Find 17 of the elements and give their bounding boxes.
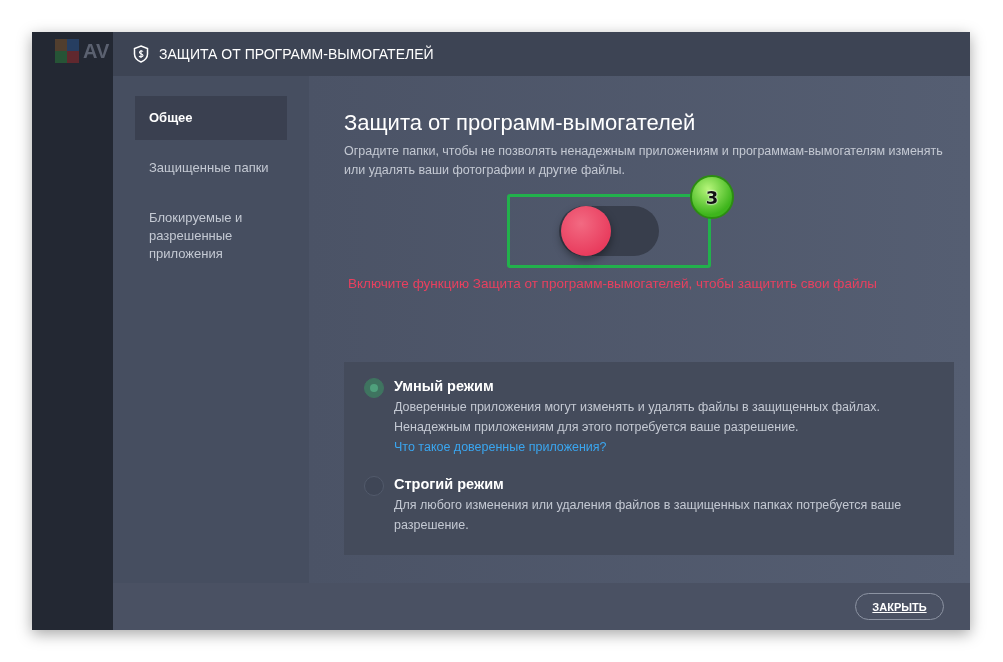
dialog-title: ЗАЩИТА ОТ ПРОГРАММ-ВЫМОГАТЕЛЕЙ [159, 46, 434, 62]
sidebar-item[interactable]: Блокируемые и разрешенные приложения [135, 196, 287, 276]
page-heading: Защита от программ-вымогателей [344, 110, 697, 136]
logo-icon [54, 38, 80, 64]
radio-button[interactable] [364, 378, 384, 398]
warning-text: Включите функцию Защита от программ-вымогателей, чтобы защитить свои файлы [348, 276, 879, 291]
logo-text: AV [83, 39, 110, 63]
toggle-switch[interactable] [559, 206, 659, 256]
mode-description: Доверенные приложения могут изменять и удалять файлы в защищенных файлах. Ненадежным приложениям для этого потребуется ваше разрешение. [394, 399, 881, 436]
shield-icon [133, 45, 149, 63]
sidebar-item[interactable]: Общее [135, 96, 287, 140]
step-number-badge: 3 [690, 175, 734, 219]
mode-description: Для любого изменения или удаления файлов в защищенных папках потребуется ваше разрешение. [394, 497, 903, 534]
mode-title: Строгий режим [394, 476, 505, 492]
help-link[interactable]: Что такое доверенные приложения? [394, 440, 607, 454]
mode-title: Умный режим [394, 378, 495, 394]
sidebar-item[interactable]: Защищенные папки [135, 146, 287, 190]
